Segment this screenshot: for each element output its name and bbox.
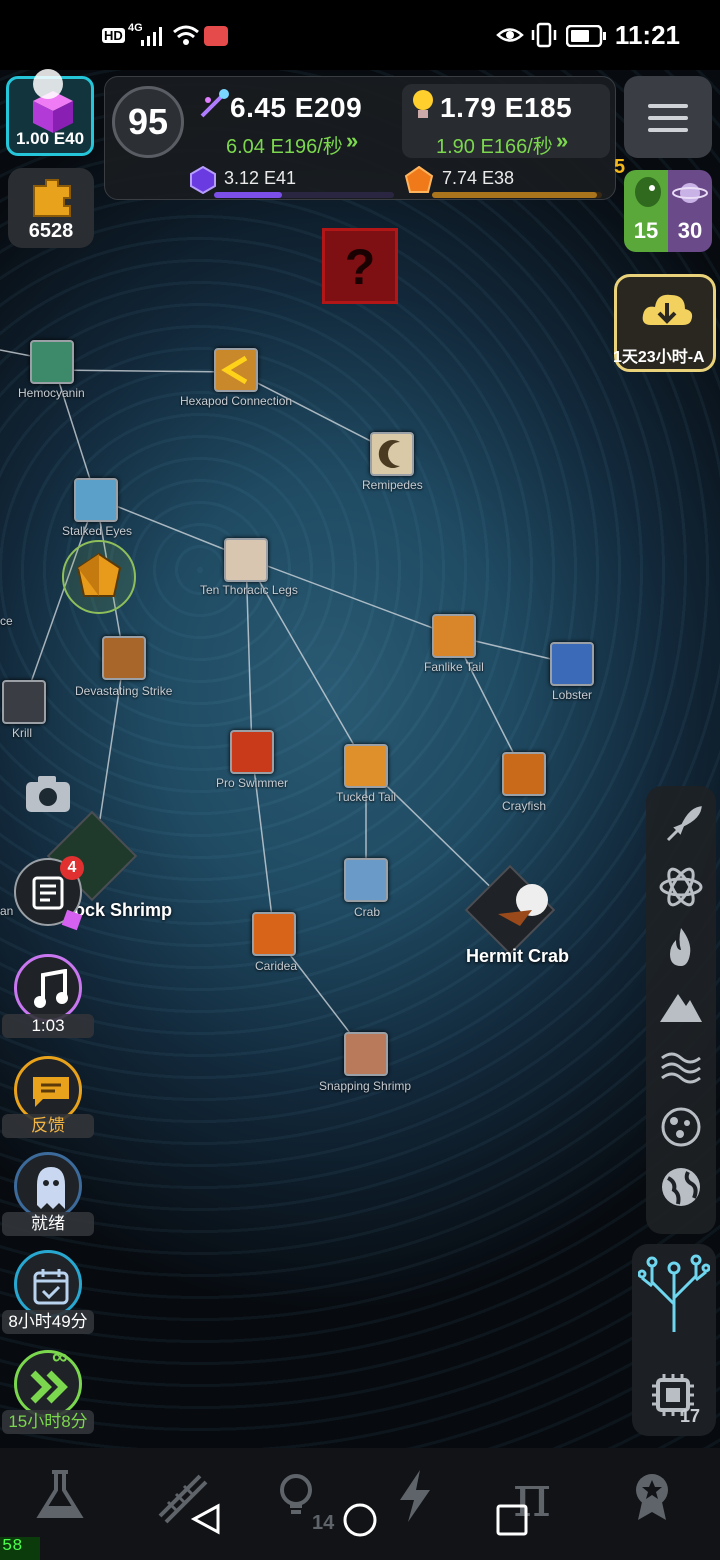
node-label: Krill: [12, 726, 32, 740]
evolution-tree-icon[interactable]: [638, 1254, 710, 1334]
ghost-button[interactable]: [14, 1152, 82, 1220]
achievement-nav-icon[interactable]: [622, 1466, 682, 1526]
music-button[interactable]: [14, 954, 82, 1022]
fire-icon[interactable]: [658, 924, 704, 970]
node-caridea[interactable]: [252, 912, 296, 956]
rocket-icon[interactable]: [658, 804, 704, 850]
node-label: Tucked Tail: [336, 790, 397, 804]
category-panel: [646, 786, 716, 1234]
hexapod-icon: [221, 355, 248, 385]
node-label: Remipedes: [362, 478, 423, 492]
node-crab[interactable]: [344, 858, 388, 902]
boost-button[interactable]: [14, 1350, 82, 1418]
node-label-cut: an: [0, 904, 14, 918]
node-label: Hexapod Connection: [180, 394, 293, 408]
waves-icon[interactable]: [658, 1044, 704, 1090]
node-crayfish[interactable]: [502, 752, 546, 796]
node-devastating-strike[interactable]: [102, 636, 146, 680]
node-label: Hemocyanin: [18, 386, 85, 400]
flask-icon[interactable]: [30, 1466, 90, 1526]
system-home-icon[interactable]: [342, 1502, 378, 1538]
big-node-label: Hermit Crab: [466, 946, 570, 966]
calendar-icon: [33, 1269, 69, 1305]
calendar-button[interactable]: [14, 1250, 82, 1318]
node-label: Snapping Shrimp: [319, 1079, 412, 1093]
feedback-icon: [33, 1077, 69, 1107]
newspaper-icon: [32, 876, 64, 910]
node-krill[interactable]: [2, 680, 46, 724]
node-pro-swimmer[interactable]: [230, 730, 274, 774]
lightning-nav-icon[interactable]: [386, 1466, 446, 1526]
infinity-icon: ∞: [52, 1344, 68, 1369]
tree-panel: 17: [632, 1244, 716, 1436]
node-label: Pro Swimmer: [216, 776, 289, 790]
crescent-icon: [378, 440, 400, 468]
system-back-icon[interactable]: [190, 1502, 224, 1536]
cells-icon[interactable]: [658, 1104, 704, 1150]
ghost-status: 就绪: [2, 1212, 94, 1236]
camera-icon[interactable]: [24, 774, 72, 814]
node-label: Fanlike Tail: [424, 660, 484, 674]
gold-gem-icon[interactable]: [74, 552, 124, 602]
node-label: Caridea: [255, 959, 298, 973]
node-label: Devastating Strike: [75, 684, 173, 698]
music-time: 1:03: [2, 1014, 94, 1038]
system-recents-icon[interactable]: [496, 1504, 528, 1536]
hermit-crab-icon: [498, 884, 548, 926]
node-tucked-tail[interactable]: [344, 744, 388, 788]
node-label: Stalked Eyes: [62, 524, 133, 538]
node-ten-thoracic-legs[interactable]: [224, 538, 268, 582]
node-label: Crayfish: [502, 799, 547, 813]
globe-icon[interactable]: [658, 1164, 704, 1210]
node-snapping-shrimp[interactable]: [344, 1032, 388, 1076]
node-label-cut: ce: [0, 614, 13, 628]
node-label: Crab: [354, 905, 381, 919]
music-note-icon: [34, 969, 68, 1008]
node-remipedes[interactable]: [370, 432, 414, 476]
chip-count: 17: [680, 1406, 701, 1426]
ghost-icon: [37, 1167, 65, 1209]
big-node-label: ock Shrimp: [74, 900, 173, 920]
feedback-label: 反馈: [2, 1114, 94, 1138]
calendar-timer: 8小时49分: [2, 1310, 94, 1334]
atom-icon[interactable]: [658, 864, 704, 910]
node-fanlike-tail[interactable]: [432, 614, 476, 658]
node-stalked-eyes[interactable]: [74, 478, 118, 522]
node-label: Ten Thoracic Legs: [200, 583, 298, 597]
idea-nav-count: 14: [312, 1512, 335, 1534]
news-badge: 4: [60, 856, 84, 880]
mountain-icon[interactable]: [658, 984, 704, 1030]
fps-counter: 58: [0, 1537, 40, 1560]
node-lobster[interactable]: [550, 642, 594, 686]
fast-forward-icon: [30, 1370, 68, 1404]
node-label: Lobster: [552, 688, 593, 702]
node-hemocyanin[interactable]: [30, 340, 74, 384]
boost-timer: 15小时8分: [2, 1410, 94, 1434]
node-hexapod-connection[interactable]: [214, 348, 258, 392]
